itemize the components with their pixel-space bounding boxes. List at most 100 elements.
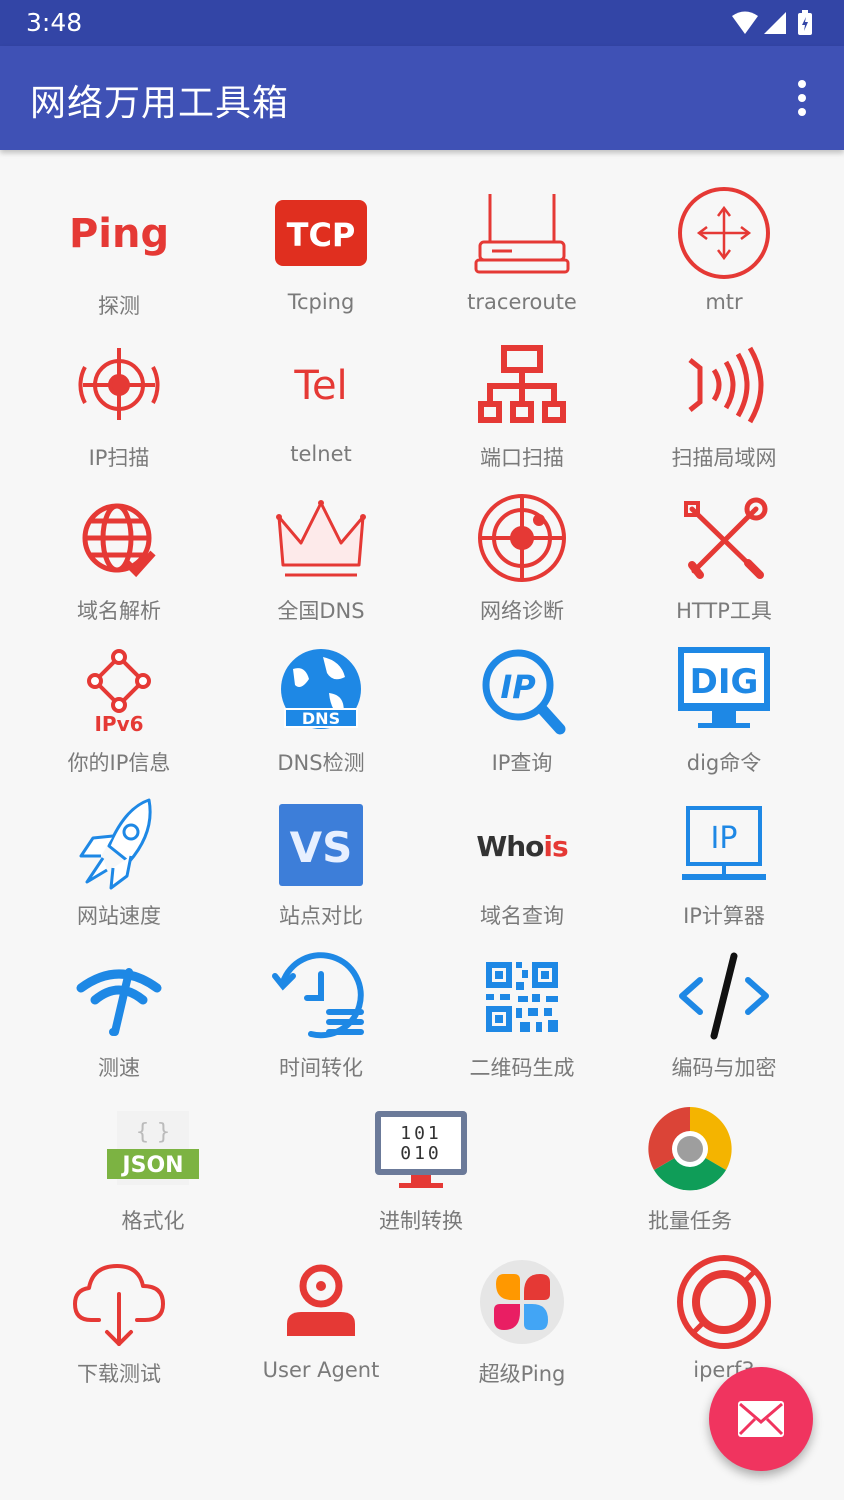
svg-text:IP: IP: [500, 668, 536, 706]
signal-waves-icon: [688, 346, 764, 424]
tool-download-test[interactable]: 下载测试: [19, 1258, 219, 1398]
app-bar: 网络万用工具箱: [0, 46, 844, 150]
tool-site-compare[interactable]: VS 站点对比: [221, 800, 421, 940]
battery-icon: [798, 10, 812, 35]
tool-ping[interactable]: Ping 探测: [19, 190, 219, 330]
tool-label: 网站速度: [77, 904, 161, 928]
tool-ip-query[interactable]: IP IP查询: [422, 647, 622, 787]
svg-text:DIG: DIG: [690, 662, 759, 702]
tool-json-format[interactable]: { } JSON 格式化: [53, 1105, 253, 1245]
dig-monitor-icon: DIG: [678, 647, 770, 728]
tel-text-icon: Tel: [293, 363, 347, 409]
clock-history-icon: [272, 952, 364, 1039]
svg-text:Tel: Tel: [293, 363, 347, 409]
status-icons: [732, 10, 812, 35]
target-scan-icon: [78, 348, 160, 420]
tool-national-dns[interactable]: 全国DNS: [221, 495, 421, 635]
tool-label: 扫描局域网: [671, 446, 777, 470]
tool-base-convert[interactable]: 101 010 进制转换: [321, 1105, 521, 1245]
globe-check-icon: [82, 503, 156, 578]
tool-label: 网络诊断: [480, 599, 564, 623]
cell-signal-icon: [764, 12, 786, 34]
tool-traceroute[interactable]: traceroute: [422, 190, 622, 330]
tool-label: 批量任务: [648, 1209, 732, 1233]
tool-http[interactable]: HTTP工具: [624, 495, 824, 635]
tool-label: telnet: [290, 442, 352, 466]
tool-whois[interactable]: Whois 域名查询: [422, 800, 622, 940]
network-tree-icon: [478, 345, 566, 423]
tool-label: Tcping: [287, 290, 355, 314]
svg-text:010: 010: [400, 1143, 442, 1164]
tool-label: IP查询: [491, 751, 553, 775]
tool-time-convert[interactable]: 时间转化: [221, 952, 421, 1092]
mail-icon: [738, 1401, 784, 1437]
svg-text:101: 101: [400, 1123, 442, 1144]
tool-port-scan[interactable]: 端口扫描: [422, 342, 622, 482]
tool-qr-generate[interactable]: 二维码生成: [422, 952, 622, 1092]
tool-label: IP扫描: [88, 446, 150, 470]
tools-cross-icon: [684, 497, 768, 579]
tcp-badge-icon: TCP: [275, 200, 367, 266]
tool-user-agent[interactable]: User Agent: [221, 1258, 421, 1398]
tool-domain-resolve[interactable]: 域名解析: [19, 495, 219, 635]
tool-dns-check[interactable]: DNS DNS检测: [221, 647, 421, 787]
tool-label: 端口扫描: [480, 446, 564, 470]
json-file-icon: { } JSON: [107, 1111, 199, 1185]
tool-label: IP计算器: [683, 904, 765, 928]
tool-dig[interactable]: DIG dig命令: [624, 647, 824, 787]
ip-monitor-icon: IP: [682, 806, 766, 880]
tool-label: DNS检测: [277, 751, 365, 775]
tool-super-ping[interactable]: 超级Ping: [422, 1258, 622, 1398]
tool-label: mtr: [705, 290, 743, 314]
tool-speed-test[interactable]: 测速: [19, 952, 219, 1092]
tool-lan-scan[interactable]: 扫描局域网: [624, 342, 824, 482]
petals-icon: [480, 1260, 564, 1344]
tool-network-diagnosis[interactable]: 网络诊断: [422, 494, 622, 635]
compass-arrows-icon: [678, 187, 770, 279]
chrome-icon: [648, 1107, 732, 1191]
crosshair-icon: [478, 494, 566, 582]
tool-label: 下载测试: [77, 1362, 161, 1386]
tool-mtr[interactable]: mtr: [624, 187, 824, 330]
tool-label: 域名解析: [77, 599, 161, 623]
dns-globe-icon: DNS: [281, 649, 361, 729]
router-icon: [474, 194, 570, 274]
tool-label: 站点对比: [279, 904, 363, 928]
tool-tcping[interactable]: TCP Tcping: [221, 190, 421, 330]
tool-encode-encrypt[interactable]: 编码与加密: [624, 952, 824, 1092]
svg-text:IP: IP: [711, 821, 738, 856]
tool-label: 全国DNS: [277, 599, 365, 623]
svg-text:Ping: Ping: [69, 211, 169, 257]
status-bar: 3:48: [0, 0, 844, 46]
mail-fab-button[interactable]: [709, 1367, 813, 1471]
vs-badge-icon: VS: [279, 804, 363, 886]
wifi-icon: [732, 11, 758, 34]
svg-text:Whois: Whois: [476, 830, 568, 863]
cloud-download-icon: [73, 1264, 165, 1346]
tool-label: HTTP工具: [676, 599, 772, 623]
status-time: 3:48: [26, 8, 83, 37]
ipv6-nodes-icon: IPv6: [87, 649, 151, 736]
tool-label: 超级Ping: [478, 1362, 566, 1386]
tool-label: 你的IP信息: [67, 751, 171, 775]
wifi-gauge-icon: [76, 968, 162, 1036]
tool-my-ip[interactable]: IPv6 你的IP信息: [19, 647, 219, 787]
overflow-menu-icon[interactable]: [782, 76, 822, 120]
rocket-icon: [79, 798, 152, 890]
tool-label: 域名查询: [480, 904, 564, 928]
svg-text:VS: VS: [290, 823, 353, 872]
tool-label: 编码与加密: [671, 1056, 777, 1080]
tool-ip-scan[interactable]: IP扫描: [19, 342, 219, 482]
tool-ip-calculator[interactable]: IP IP计算器: [624, 800, 824, 940]
tool-site-speed[interactable]: 网站速度: [19, 798, 219, 940]
tool-iperf3[interactable]: iperf3: [624, 1255, 824, 1398]
tool-telnet[interactable]: Tel telnet: [221, 342, 421, 482]
ping-text-icon: Ping: [69, 211, 169, 257]
qr-code-icon: [486, 962, 558, 1032]
tool-label: 探测: [98, 294, 140, 318]
tool-batch-task[interactable]: 批量任务: [590, 1105, 790, 1245]
tool-label: 二维码生成: [469, 1056, 575, 1080]
app-title: 网络万用工具箱: [30, 83, 290, 124]
binary-monitor-icon: 101 010: [375, 1111, 467, 1188]
tool-label: dig命令: [686, 751, 762, 775]
